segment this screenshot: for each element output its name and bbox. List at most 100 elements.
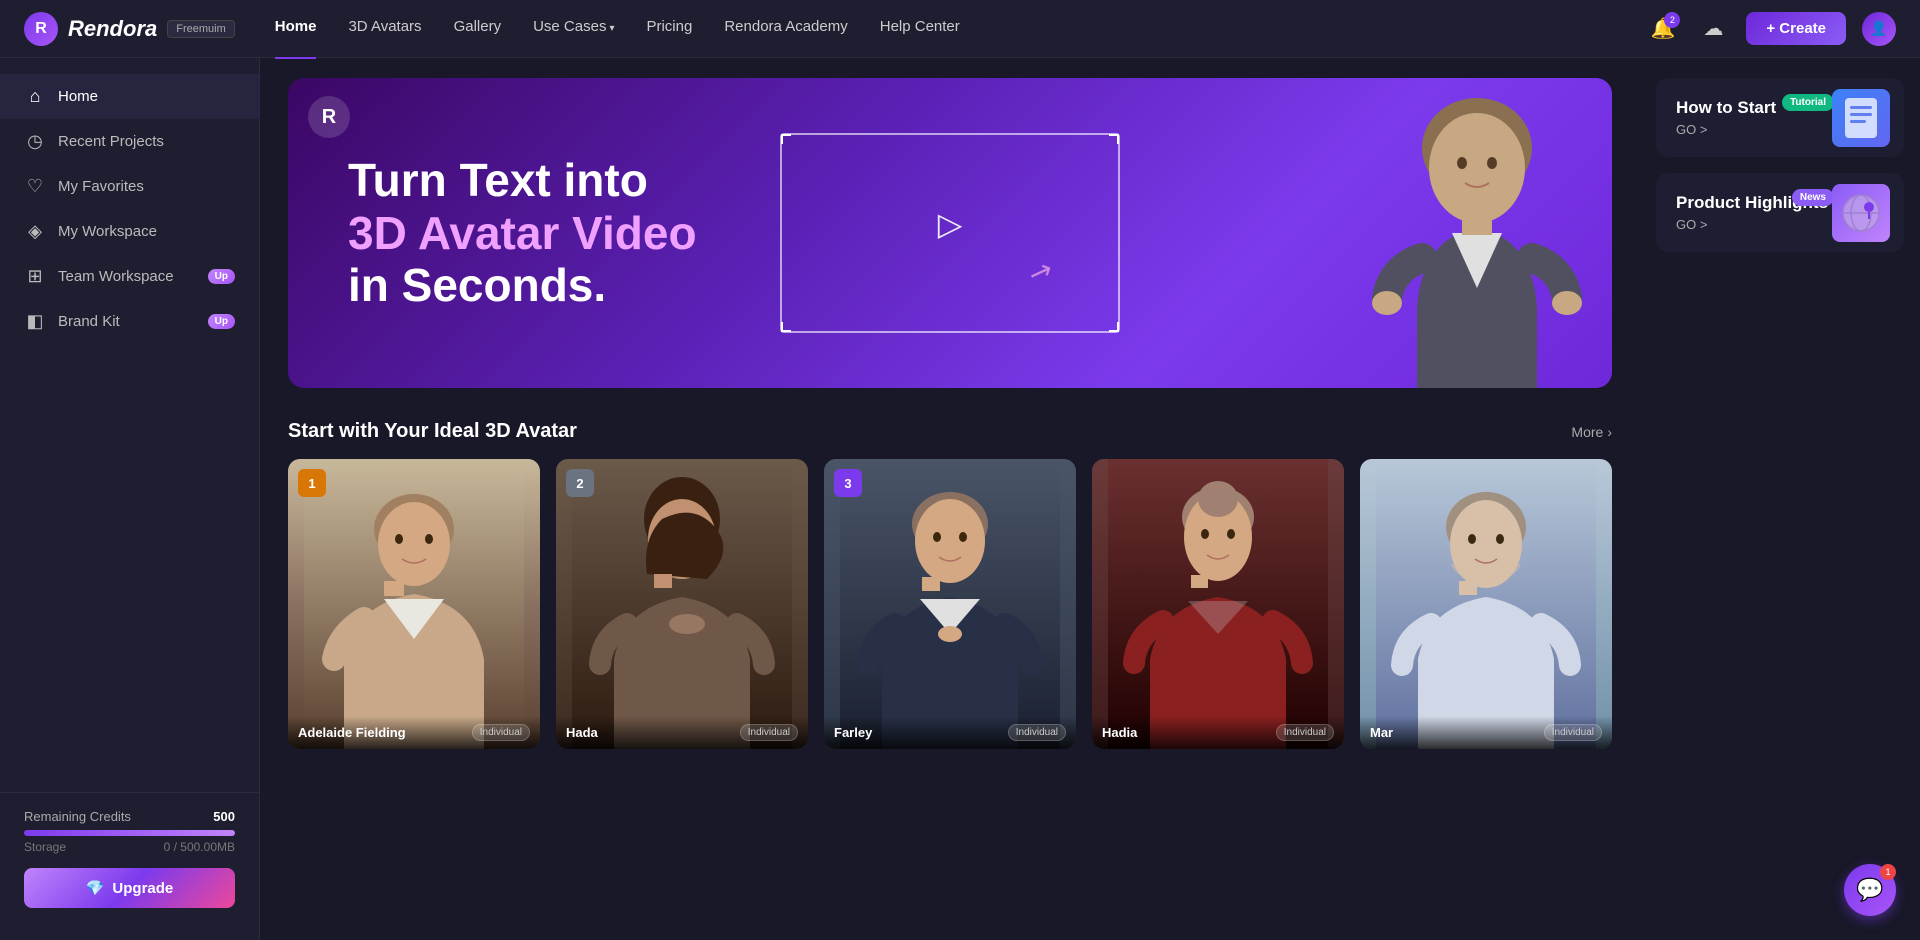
nav-links: Home 3D Avatars Gallery Use Cases▾ Prici… xyxy=(275,18,1647,39)
nav-home[interactable]: Home xyxy=(275,18,317,39)
avatar-card-adelaide[interactable]: 1 Adelaide Fielding Individual xyxy=(288,459,540,749)
avatar-footer-hada: Hada Individual xyxy=(556,716,808,749)
avatar-name-adelaide: Adelaide Fielding xyxy=(298,725,406,740)
nav-use-cases[interactable]: Use Cases▾ xyxy=(533,18,614,39)
sidebar: ⌂ Home ◷ Recent Projects ♡ My Favorites … xyxy=(0,58,260,940)
notification-badge: 2 xyxy=(1664,12,1680,28)
how-to-start-card[interactable]: How to Start Tutorial GO > xyxy=(1656,78,1904,157)
hero-title-line1: Turn Text into xyxy=(348,154,697,207)
nav-help-center[interactable]: Help Center xyxy=(880,18,960,39)
use-cases-chevron: ▾ xyxy=(609,23,614,34)
avatar-footer-mar: Mar Individual xyxy=(1360,716,1612,749)
tutorial-badge: Tutorial xyxy=(1782,94,1834,111)
upgrade-label: Upgrade xyxy=(112,880,173,897)
cloud-button[interactable]: ☁ xyxy=(1696,12,1730,46)
avatar-footer-hadia: Hadia Individual xyxy=(1092,716,1344,749)
section-header: Start with Your Ideal 3D Avatar More › xyxy=(288,420,1612,443)
avatar-card-hada[interactable]: 2 Hada Individual xyxy=(556,459,808,749)
rank-badge-1: 1 xyxy=(298,469,326,497)
upgrade-icon: 💎 xyxy=(86,879,105,897)
sidebar-workspace-label: My Workspace xyxy=(58,223,157,240)
freemium-badge: Freemuim xyxy=(167,20,235,38)
arrow-icon: ↗ xyxy=(1025,252,1058,291)
hero-title-line2: 3D Avatar Video xyxy=(348,207,697,260)
sidebar-favorites-label: My Favorites xyxy=(58,178,144,195)
hero-text: Turn Text into 3D Avatar Video in Second… xyxy=(288,114,697,353)
hero-title-line3: in Seconds. xyxy=(348,259,697,312)
sidebar-item-recent-projects[interactable]: ◷ Recent Projects xyxy=(0,119,259,164)
content-area: R Turn Text into 3D Avatar Video in Seco… xyxy=(260,58,1640,940)
user-avatar[interactable]: 👤 xyxy=(1862,12,1896,46)
credits-row: Remaining Credits 500 xyxy=(24,809,235,824)
pointer-icon: ▷ xyxy=(938,205,963,243)
nav-pricing[interactable]: Pricing xyxy=(646,18,692,39)
sidebar-recent-label: Recent Projects xyxy=(58,133,164,150)
avatar-name-hadia: Hadia xyxy=(1102,725,1137,740)
individual-badge-adelaide: Individual xyxy=(472,724,530,741)
logo-text: Rendora xyxy=(68,16,157,42)
hero-banner: R Turn Text into 3D Avatar Video in Seco… xyxy=(288,78,1612,388)
hero-avatar-figure xyxy=(1362,88,1592,388)
product-highlights-thumb xyxy=(1832,184,1890,242)
sidebar-brand-label: Brand Kit xyxy=(58,313,120,330)
avatar-footer-adelaide: Adelaide Fielding Individual xyxy=(288,716,540,749)
nav-rendora-academy[interactable]: Rendora Academy xyxy=(724,18,847,39)
brand-badge: Up xyxy=(208,314,235,329)
sidebar-home-label: Home xyxy=(58,88,98,105)
favorites-icon: ♡ xyxy=(24,176,46,197)
chat-notification: 1 xyxy=(1880,864,1896,880)
section-title: Start with Your Ideal 3D Avatar xyxy=(288,420,577,443)
sidebar-item-my-workspace[interactable]: ◈ My Workspace xyxy=(0,209,259,254)
brand-icon: ◧ xyxy=(24,311,46,332)
nav-right: 🔔 2 ☁ + Create 👤 xyxy=(1646,12,1896,46)
avatar-card-farley[interactable]: 3 Farley Individual xyxy=(824,459,1076,749)
credits-value: 500 xyxy=(213,809,235,824)
avatar-footer-farley: Farley Individual xyxy=(824,716,1076,749)
sidebar-item-team-workspace[interactable]: ⊞ Team Workspace Up xyxy=(0,254,259,299)
sidebar-team-label: Team Workspace xyxy=(58,268,174,285)
news-badge: News xyxy=(1792,189,1834,206)
upgrade-button[interactable]: 💎 Upgrade xyxy=(24,868,235,908)
credits-progress-fill xyxy=(24,830,235,836)
nav-3d-avatars[interactable]: 3D Avatars xyxy=(348,18,421,39)
nav-gallery[interactable]: Gallery xyxy=(454,18,502,39)
home-icon: ⌂ xyxy=(24,86,46,107)
workspace-icon: ◈ xyxy=(24,221,46,242)
avatar-grid: 1 Adelaide Fielding Individual xyxy=(288,459,1612,749)
sidebar-item-brand-kit[interactable]: ◧ Brand Kit Up xyxy=(0,299,259,344)
right-panel: How to Start Tutorial GO > Product Highl… xyxy=(1640,58,1920,940)
avatar-name-mar: Mar xyxy=(1370,725,1393,740)
avatar-image-adelaide xyxy=(288,459,540,749)
credits-progress-bg xyxy=(24,830,235,836)
more-label: More xyxy=(1571,424,1603,440)
logo-icon[interactable]: R xyxy=(24,12,58,46)
team-badge: Up xyxy=(208,269,235,284)
credits-label: Remaining Credits xyxy=(24,809,131,824)
avatar-name-farley: Farley xyxy=(834,725,872,740)
product-highlights-card[interactable]: Product Highlights News GO > xyxy=(1656,173,1904,252)
avatar-image-hadia xyxy=(1092,459,1344,749)
avatar-card-mar[interactable]: Mar Individual xyxy=(1360,459,1612,749)
avatar-card-hadia[interactable]: Hadia Individual xyxy=(1092,459,1344,749)
individual-badge-hadia: Individual xyxy=(1276,724,1334,741)
team-icon: ⊞ xyxy=(24,266,46,287)
avatar-image-mar xyxy=(1360,459,1612,749)
avatar-image-farley xyxy=(824,459,1076,749)
individual-badge-farley: Individual xyxy=(1008,724,1066,741)
notification-button[interactable]: 🔔 2 xyxy=(1646,12,1680,46)
chat-button[interactable]: 💬 1 xyxy=(1844,864,1896,916)
more-link[interactable]: More › xyxy=(1571,424,1612,440)
top-navigation: R Rendora Freemuim Home 3D Avatars Galle… xyxy=(0,0,1920,58)
rank-badge-3: 3 xyxy=(834,469,862,497)
how-to-start-thumb xyxy=(1832,89,1890,147)
create-button[interactable]: + Create xyxy=(1746,12,1846,45)
sidebar-item-home[interactable]: ⌂ Home xyxy=(0,74,259,119)
individual-badge-mar: Individual xyxy=(1544,724,1602,741)
hero-title: Turn Text into 3D Avatar Video in Second… xyxy=(348,154,697,313)
avatar-name-hada: Hada xyxy=(566,725,598,740)
sidebar-item-my-favorites[interactable]: ♡ My Favorites xyxy=(0,164,259,209)
avatar-image-hada xyxy=(556,459,808,749)
more-chevron: › xyxy=(1607,424,1612,440)
individual-badge-hada: Individual xyxy=(740,724,798,741)
sidebar-bottom: Remaining Credits 500 Storage 0 / 500.00… xyxy=(0,792,259,924)
